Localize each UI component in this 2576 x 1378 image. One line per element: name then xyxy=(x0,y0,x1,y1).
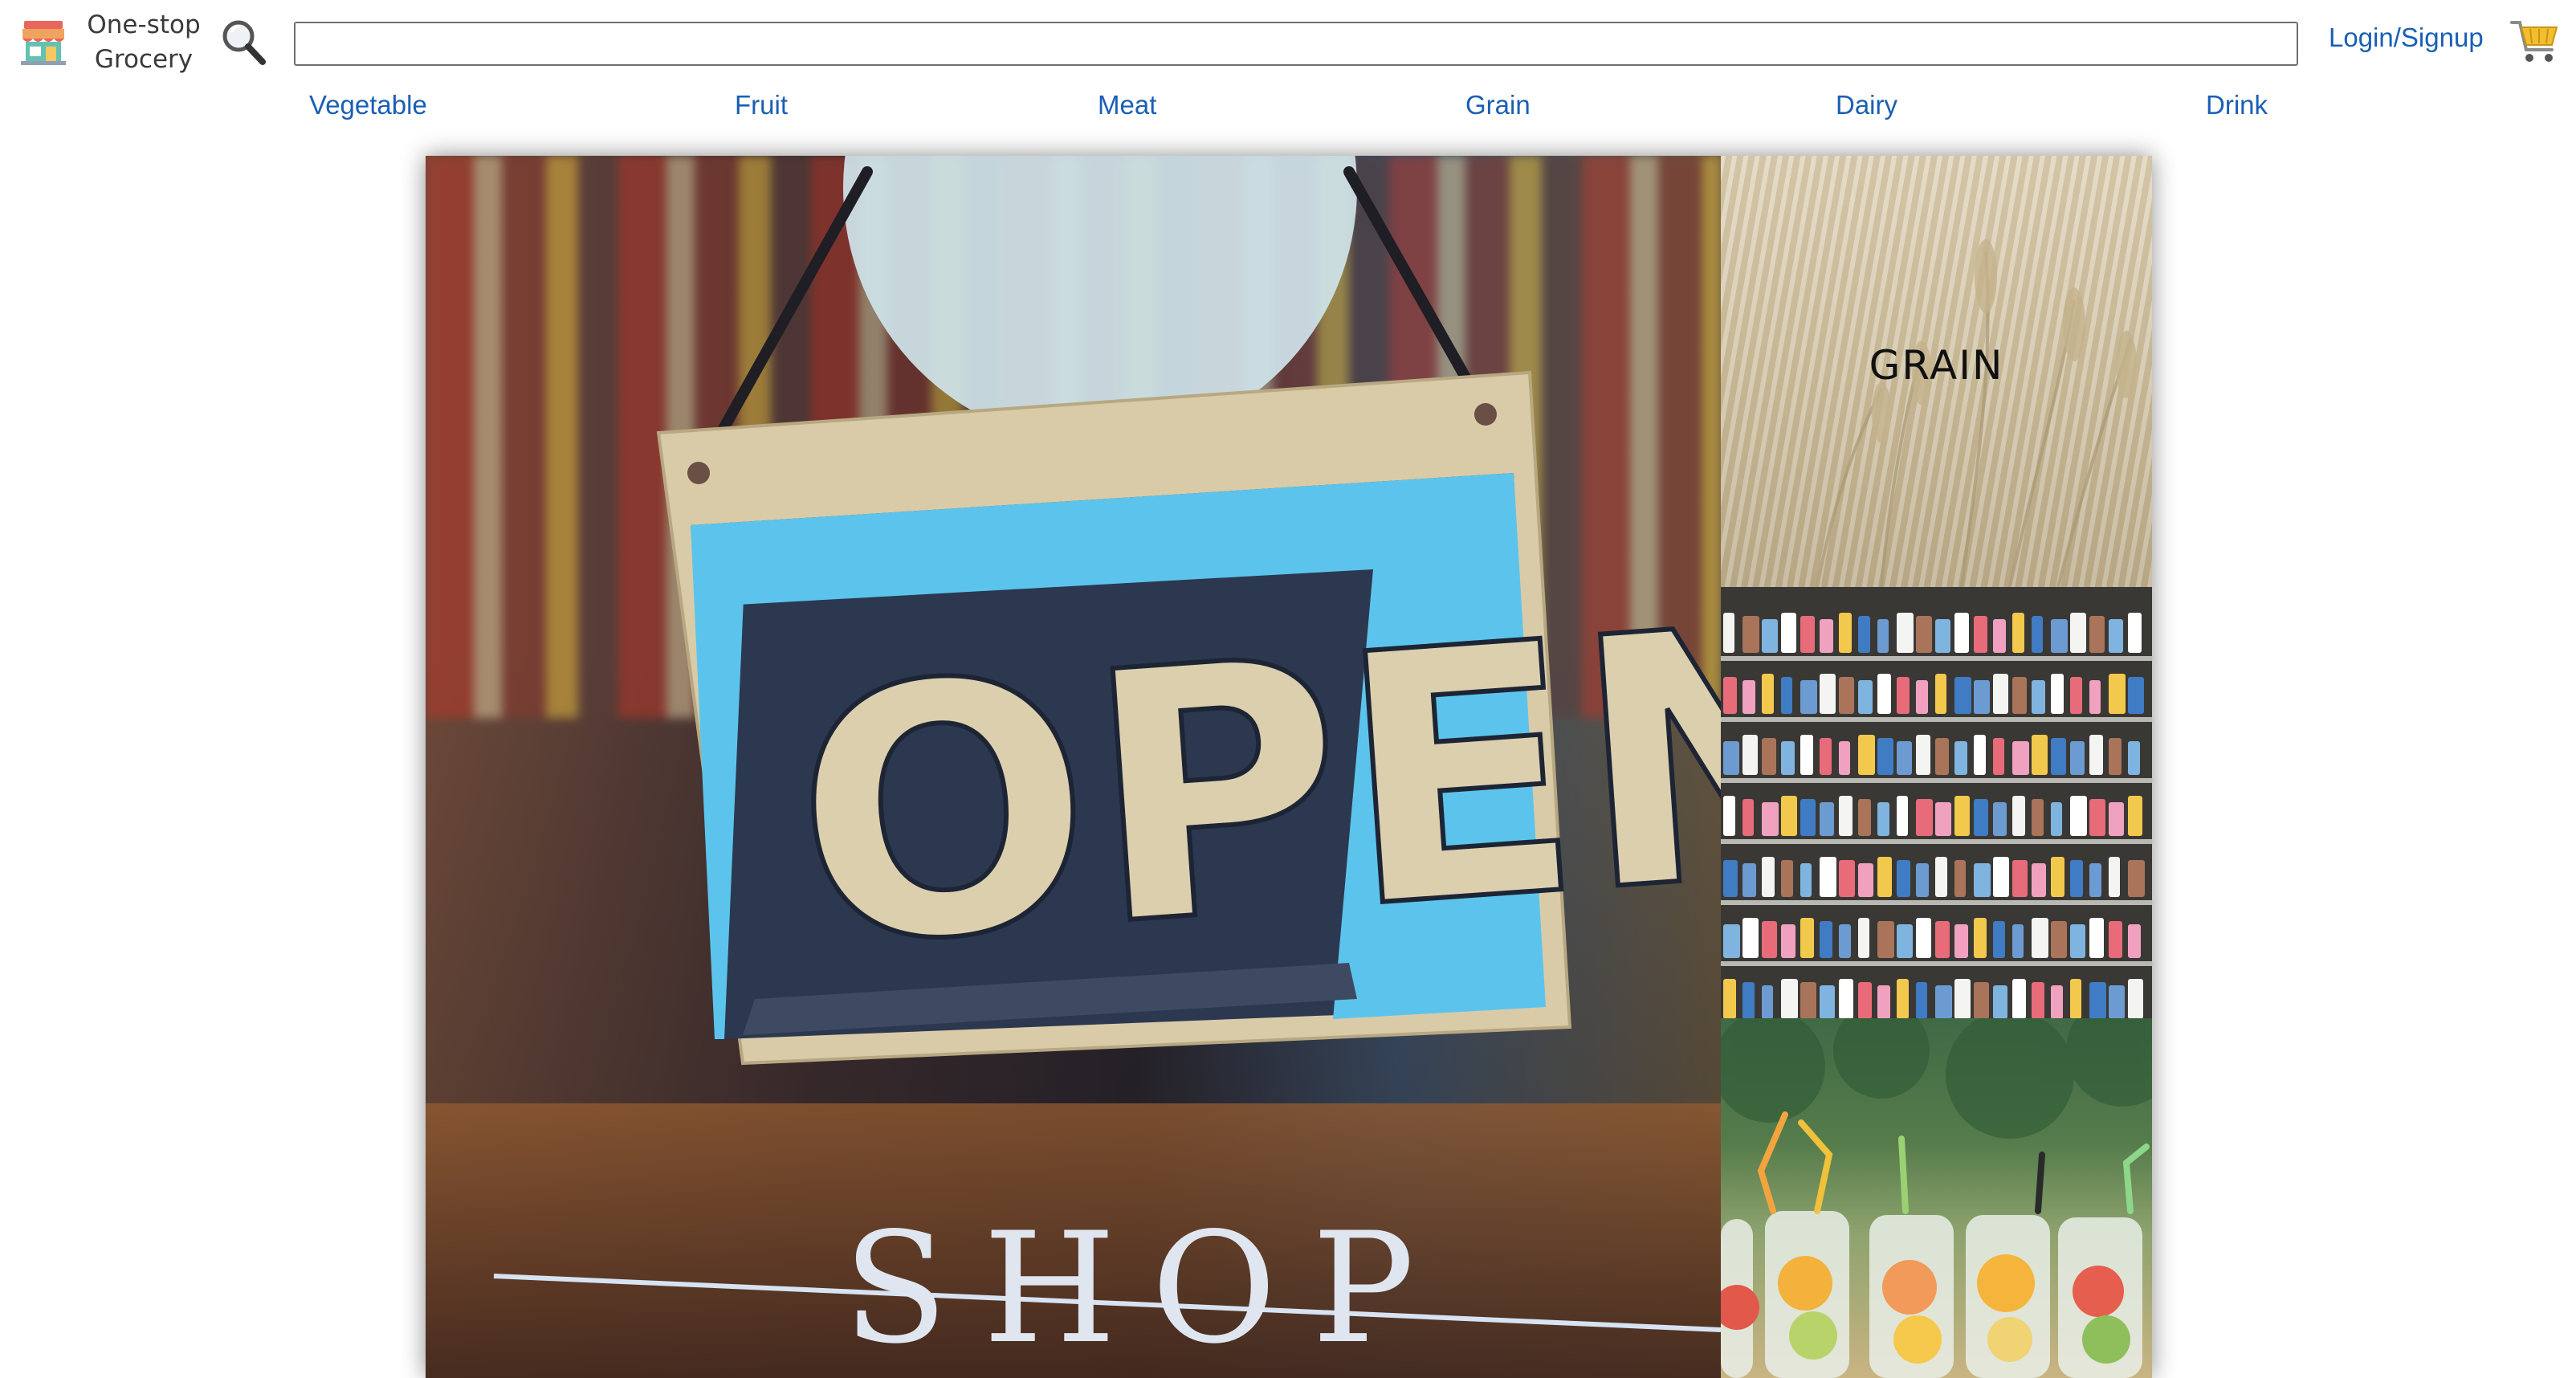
dairy-shelves-illustration xyxy=(1721,587,2152,1018)
drink-promo-tile[interactable] xyxy=(1721,1018,2152,1378)
cart-icon[interactable] xyxy=(2510,18,2560,66)
search-icon[interactable] xyxy=(220,18,267,66)
brand-line-1: One-stop xyxy=(87,10,201,39)
nav-fruit[interactable]: Fruit xyxy=(735,90,788,120)
drink-jars-illustration xyxy=(1721,1018,2152,1378)
brand-line-2: Grocery xyxy=(94,45,194,74)
login-signup-link[interactable]: Login/Signup xyxy=(2329,22,2484,53)
hero-banner: OPEN SHOP GRAIN xyxy=(426,156,2152,1378)
brand-name[interactable]: One-stop Grocery xyxy=(84,8,204,77)
shop-window-text: SHOP xyxy=(843,1200,1450,1377)
grain-promo-tile[interactable]: GRAIN xyxy=(1721,156,2152,587)
search-input[interactable] xyxy=(294,22,2298,66)
nav-dairy[interactable]: Dairy xyxy=(1836,90,1897,120)
nav-meat[interactable]: Meat xyxy=(1098,90,1156,120)
hero-main-image[interactable]: OPEN SHOP xyxy=(426,156,1721,1378)
nav-vegetable[interactable]: Vegetable xyxy=(309,90,427,120)
storefront-icon[interactable] xyxy=(21,18,66,66)
nav-grain[interactable]: Grain xyxy=(1465,90,1531,120)
nav-drink[interactable]: Drink xyxy=(2206,90,2268,120)
dairy-promo-tile[interactable] xyxy=(1721,587,2152,1018)
open-sign-text: OPEN xyxy=(784,548,1721,1024)
grain-tile-label: GRAIN xyxy=(1869,342,2004,389)
open-sign-graphic: OPEN xyxy=(493,156,1721,1332)
